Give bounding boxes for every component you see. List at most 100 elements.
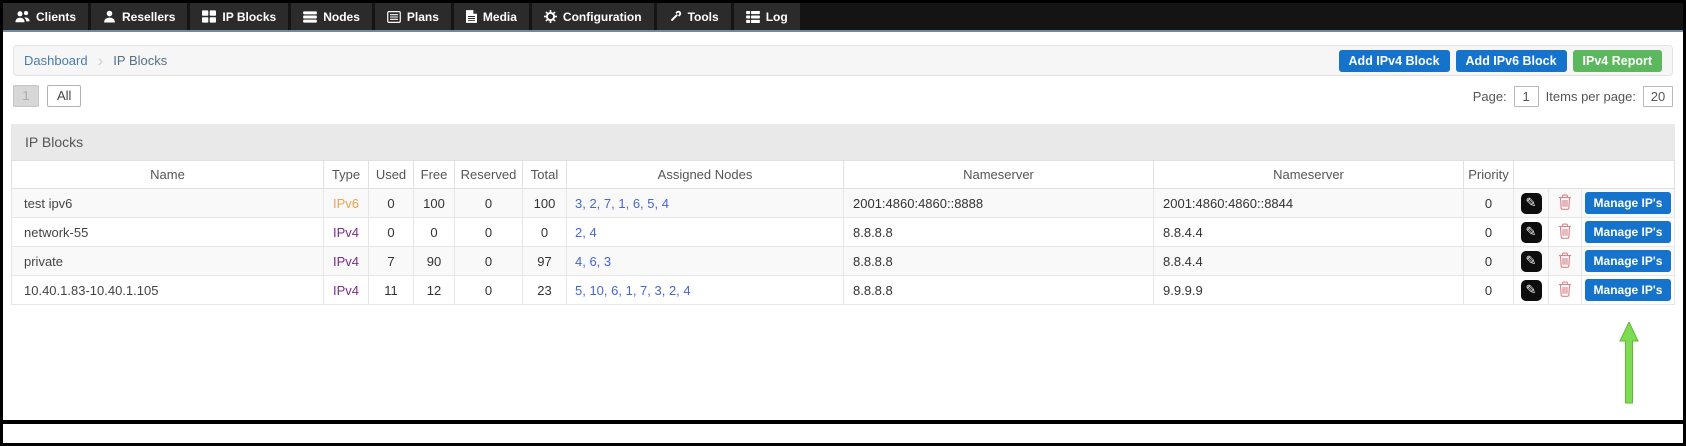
col-header-priority: Priority (1463, 160, 1514, 189)
block-reserved: 0 (454, 246, 523, 276)
assigned-nodes-links[interactable]: 5, 10, 6, 1, 7, 3, 2, 4 (575, 283, 691, 298)
block-reserved: 0 (454, 217, 523, 247)
nameserver1: 8.8.8.8 (843, 246, 1154, 276)
chevron-right-icon: › (97, 51, 104, 70)
nav-item-nodes[interactable]: Nodes (291, 3, 372, 30)
nameserver1: 8.8.8.8 (843, 217, 1154, 247)
edit-icon[interactable]: ✎ (1520, 221, 1542, 243)
nameserver1: 2001:4860:4860::8888 (843, 188, 1154, 218)
page-all-button[interactable]: All (47, 85, 82, 107)
nav-item-label: Nodes (323, 9, 360, 24)
ipv4-report-button[interactable]: IPv4 Report (1572, 49, 1662, 72)
list-icon (387, 10, 401, 23)
nav-item-plans[interactable]: Plans (374, 3, 451, 30)
nav-item-ip-blocks[interactable]: IP Blocks (190, 3, 289, 30)
block-total: 97 (522, 246, 567, 276)
nameserver1: 8.8.8.8 (843, 275, 1154, 305)
assigned-nodes-links[interactable]: 2, 4 (575, 225, 597, 240)
block-used: 0 (368, 217, 414, 247)
col-header-type: Type (323, 160, 369, 189)
assigned-nodes-links[interactable]: 3, 2, 7, 1, 6, 5, 4 (575, 196, 669, 211)
col-header-actions (1513, 160, 1675, 189)
content-bottom-divider (3, 420, 1683, 424)
file-icon (465, 10, 477, 23)
nav-item-log[interactable]: Log (733, 3, 800, 30)
ip-blocks-table: Name Type Used Free Reserved Total Assig… (11, 160, 1675, 305)
block-type: IPv4 (323, 217, 369, 247)
add-ipv4-block-button[interactable]: Add IPv4 Block (1338, 49, 1450, 72)
col-header-reserved: Reserved (454, 160, 523, 189)
block-name: private (11, 246, 324, 276)
table-row: 10.40.1.83-10.40.1.105 IPv4 11 12 0 23 5… (11, 275, 1675, 305)
col-header-used: Used (368, 160, 414, 189)
edit-icon[interactable]: ✎ (1520, 279, 1542, 301)
page-label: Page: (1472, 88, 1507, 104)
col-header-assigned-nodes: Assigned Nodes (566, 160, 844, 189)
add-ipv6-block-button[interactable]: Add IPv6 Block (1455, 49, 1567, 72)
col-header-nameserver2: Nameserver (1153, 160, 1464, 189)
page-1-button[interactable]: 1 (13, 85, 39, 107)
block-type: IPv6 (323, 188, 369, 218)
header-actions: Add IPv4 Block Add IPv6 Block IPv4 Repor… (1338, 49, 1662, 72)
block-reserved: 0 (454, 188, 523, 218)
table-row: network-55 IPv4 0 0 0 0 2, 4 8.8.8.8 8.8… (11, 217, 1675, 247)
nav-item-tools[interactable]: Tools (656, 3, 731, 30)
nav-item-media[interactable]: Media (453, 3, 529, 30)
manage-ips-button[interactable]: Manage IP's (1584, 250, 1672, 272)
nameserver2: 9.9.9.9 (1153, 275, 1464, 305)
block-name: test ipv6 (11, 188, 324, 218)
nav-item-label: Clients (36, 9, 77, 24)
block-type: IPv4 (323, 275, 369, 305)
ip-blocks-panel: IP Blocks Name Type Used Free Reserved T… (11, 124, 1675, 305)
block-used: 7 (368, 246, 414, 276)
nav-item-label: Plans (406, 9, 439, 24)
gear-icon (543, 10, 557, 23)
nav-item-label: Resellers (122, 9, 176, 24)
block-free: 90 (413, 246, 455, 276)
nav-item-configuration[interactable]: Configuration (531, 3, 654, 30)
delete-icon[interactable] (1558, 223, 1572, 239)
block-total: 23 (522, 275, 567, 305)
nav-item-resellers[interactable]: Resellers (91, 3, 188, 30)
col-header-total: Total (522, 160, 567, 189)
col-header-free: Free (413, 160, 455, 189)
block-reserved: 0 (454, 275, 523, 305)
nameserver2: 2001:4860:4860::8844 (1153, 188, 1464, 218)
breadcrumb-dashboard-link[interactable]: Dashboard (24, 53, 88, 68)
col-header-nameserver1: Nameserver (843, 160, 1154, 189)
delete-icon[interactable] (1558, 252, 1572, 268)
table-row: private IPv4 7 90 0 97 4, 6, 3 8.8.8.8 8… (11, 246, 1675, 276)
manage-ips-button[interactable]: Manage IP's (1584, 279, 1672, 301)
edit-icon[interactable]: ✎ (1520, 250, 1542, 272)
priority: 0 (1463, 246, 1514, 276)
nav-item-label: Tools (687, 9, 719, 24)
block-free: 0 (413, 217, 455, 247)
green-arrow-up-annotation (1619, 320, 1639, 411)
nav-item-label: IP Blocks (222, 9, 277, 24)
delete-icon[interactable] (1558, 194, 1572, 210)
table-icon (745, 10, 760, 23)
block-total: 100 (522, 188, 567, 218)
assigned-nodes-links[interactable]: 4, 6, 3 (575, 254, 611, 269)
delete-icon[interactable] (1558, 281, 1572, 297)
manage-ips-button[interactable]: Manage IP's (1584, 192, 1672, 214)
block-free: 100 (413, 188, 455, 218)
priority: 0 (1463, 275, 1514, 305)
col-header-name: Name (11, 160, 324, 189)
table-header-row: Name Type Used Free Reserved Total Assig… (11, 160, 1675, 189)
top-navbar: Clients Resellers IP Blocks Nodes Plans … (3, 3, 1683, 32)
manage-ips-button[interactable]: Manage IP's (1584, 221, 1672, 243)
page-input[interactable] (1513, 85, 1539, 107)
breadcrumb-current: IP Blocks (113, 53, 168, 68)
block-type: IPv4 (323, 246, 369, 276)
nav-item-clients[interactable]: Clients (3, 3, 89, 30)
nav-item-label: Media (482, 9, 517, 24)
priority: 0 (1463, 217, 1514, 247)
page-size-controls: Page: Items per page: (1472, 85, 1673, 107)
nameserver2: 8.8.4.4 (1153, 246, 1464, 276)
block-name: 10.40.1.83-10.40.1.105 (11, 275, 324, 305)
items-per-page-input[interactable] (1643, 85, 1673, 107)
block-free: 12 (413, 275, 455, 305)
edit-icon[interactable]: ✎ (1520, 192, 1542, 214)
block-name: network-55 (11, 217, 324, 247)
